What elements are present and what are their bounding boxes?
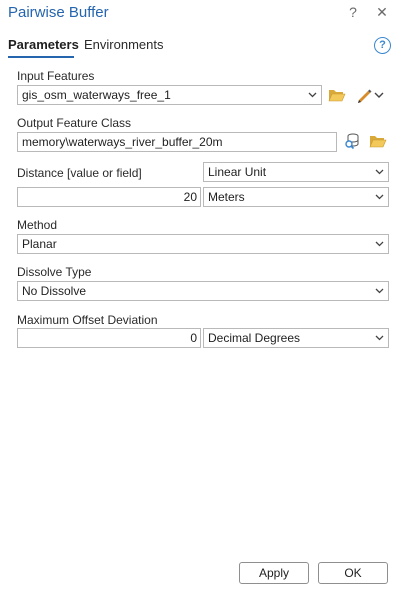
input-features-value: gis_osm_waterways_free_1 bbox=[22, 88, 171, 102]
title-bar: Pairwise Buffer ? ✕ bbox=[0, 0, 396, 26]
close-icon[interactable]: ✕ bbox=[374, 4, 390, 22]
method-label: Method bbox=[17, 218, 58, 232]
browse-folder-icon[interactable] bbox=[327, 85, 347, 105]
chevron-down-icon bbox=[375, 329, 384, 341]
ok-button[interactable]: OK bbox=[318, 562, 388, 584]
input-features-label: Input Features bbox=[17, 69, 95, 83]
distance-unit-dropdown[interactable]: Meters bbox=[203, 187, 389, 207]
dissolve-type-dropdown[interactable]: No Dissolve bbox=[17, 281, 389, 301]
distance-type-dropdown[interactable]: Linear Unit bbox=[203, 162, 389, 182]
tab-bar: Parameters Environments bbox=[0, 34, 396, 60]
max-offset-deviation-value: 0 bbox=[190, 331, 197, 345]
method-dropdown[interactable]: Planar bbox=[17, 234, 389, 254]
help-question-icon[interactable]: ? bbox=[345, 4, 361, 22]
output-feature-class-label: Output Feature Class bbox=[17, 116, 132, 130]
active-tab-indicator bbox=[8, 56, 74, 58]
chevron-down-icon[interactable] bbox=[374, 87, 386, 107]
distance-value: 20 bbox=[183, 190, 197, 204]
distance-value-input[interactable]: 20 bbox=[17, 187, 201, 207]
input-features-dropdown[interactable]: gis_osm_waterways_free_1 bbox=[17, 85, 322, 105]
distance-unit-value: Meters bbox=[208, 190, 245, 204]
max-offset-unit-dropdown[interactable]: Decimal Degrees bbox=[203, 328, 389, 348]
apply-button[interactable]: Apply bbox=[239, 562, 309, 584]
browse-folder-icon[interactable] bbox=[368, 131, 388, 151]
output-feature-class-value: memory\waterways_river_buffer_20m bbox=[22, 135, 223, 149]
dissolve-type-label: Dissolve Type bbox=[17, 265, 92, 279]
chevron-down-icon bbox=[375, 163, 384, 175]
chevron-down-icon bbox=[375, 282, 384, 294]
tab-environments[interactable]: Environments bbox=[84, 37, 163, 52]
window-title: Pairwise Buffer bbox=[8, 4, 109, 21]
help-circle-icon[interactable]: ? bbox=[374, 37, 391, 54]
tab-parameters[interactable]: Parameters bbox=[8, 37, 79, 52]
distance-type-value: Linear Unit bbox=[208, 165, 267, 179]
database-lookup-icon[interactable] bbox=[342, 131, 362, 151]
dissolve-type-value: No Dissolve bbox=[22, 284, 87, 298]
method-value: Planar bbox=[22, 237, 57, 251]
max-offset-deviation-label: Maximum Offset Deviation bbox=[17, 313, 158, 327]
chevron-down-icon bbox=[308, 86, 317, 98]
distance-label: Distance [value or field] bbox=[17, 166, 142, 180]
chevron-down-icon bbox=[375, 188, 384, 200]
pencil-edit-icon[interactable] bbox=[355, 85, 375, 105]
max-offset-unit-value: Decimal Degrees bbox=[208, 331, 301, 345]
chevron-down-icon bbox=[375, 235, 384, 247]
output-feature-class-input[interactable]: memory\waterways_river_buffer_20m bbox=[17, 132, 337, 152]
max-offset-deviation-input[interactable]: 0 bbox=[17, 328, 201, 348]
